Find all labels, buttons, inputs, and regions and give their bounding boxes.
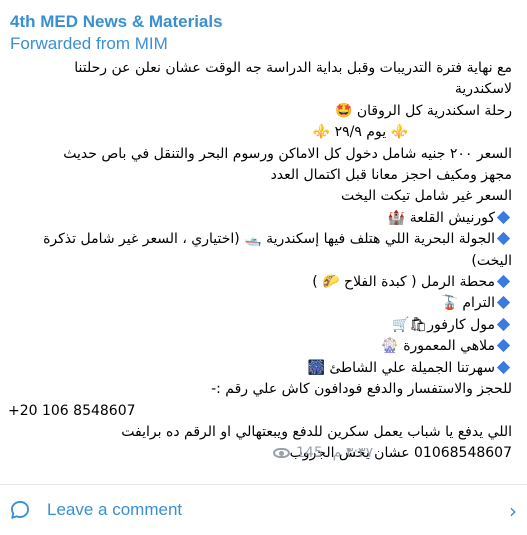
group-note-line: 01068548607 عشان يخش الجروب 145 ٣:٣٧ م [8,443,512,464]
message-line: ⚜️ يوم ٢٩/٩ ⚜️ [312,124,408,141]
blue-diamond-icon [496,296,511,310]
message-line: السعر غير شامل تيكت اليخت [340,188,512,205]
message-line: رحلة اسكندرية كل الروقان 🤩 [334,102,512,119]
blue-diamond-icon [496,360,511,374]
post-card: 4th MED News & Materials Forwarded from … [0,0,527,535]
place-item: الترام 🚡 [8,293,512,314]
message-line: مع نهاية فترة التدريبات وقبل بداية الدرا… [74,60,512,76]
message-line: السعر ٢٠٠ جنيه شامل دخول كل الاماكن ورسو… [63,145,512,162]
blue-diamond-icon [496,274,511,289]
place-item: كورنيش القلعة 🏰 [8,208,512,229]
message-line: مجهز ومكيف احجز معانا قبل اكتمال العدد [270,167,512,184]
leave-comment-label: Leave a comment [47,500,183,519]
place-item: سهرتنا الجميلة علي الشاطئ 🎆 [8,358,512,379]
booking-text: للحجز والاستفسار والدفع فودافون كاش علي … [211,381,512,398]
place-item: ملاهي المعمورة 🎡 [8,336,512,357]
message-line: لاسكندرية [454,81,512,98]
leave-comment-button[interactable]: Leave a comment › [0,485,527,535]
post-message: مع نهاية فترة التدريبات وقبل بداية الدرا… [8,58,512,465]
place-item: الجولة البحرية اللي هتلف فيها إسكندرية 🛥… [43,231,512,269]
eye-icon [273,448,290,459]
phone-number[interactable]: +20 106 8548607 [8,401,512,422]
blue-diamond-icon [496,339,511,353]
blue-diamond-icon [496,232,511,246]
post-time: ٣:٣٧ م [332,445,374,462]
payment-note: اللي يدفع يا شباب يعمل سكرين للدفع ويبعت… [121,423,512,440]
chevron-right-icon: › [509,499,517,523]
forwarded-from[interactable]: Forwarded from MIM [10,33,223,55]
comment-icon [11,501,29,519]
blue-diamond-icon [496,317,511,331]
place-item: مول كارفور🛍🛒 [8,315,512,336]
blue-diamond-icon [496,210,511,224]
post-header: 4th MED News & Materials Forwarded from … [10,11,223,55]
post-meta: 145 ٣:٣٧ م [273,443,373,464]
channel-name[interactable]: 4th MED News & Materials [10,11,223,33]
view-count: 145 [296,445,323,462]
place-item: محطة الرمل ( كبدة الفلاح 🌮 ) [8,272,512,293]
